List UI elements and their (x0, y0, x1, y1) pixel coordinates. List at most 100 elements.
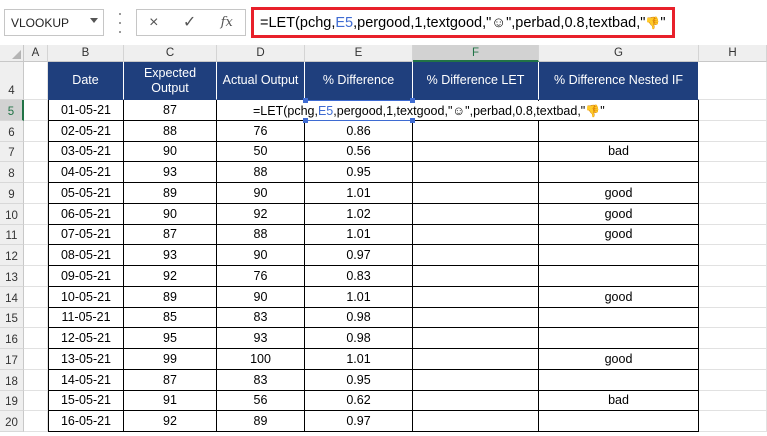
table-cell-let[interactable] (413, 390, 539, 412)
table-cell-pct[interactable]: 1.01 (305, 349, 413, 370)
table-cell-date[interactable]: 15-05-21 (48, 390, 124, 412)
table-cell-date[interactable]: 08-05-21 (48, 245, 124, 266)
table-cell-nested[interactable] (539, 411, 699, 432)
table-cell-expected[interactable]: 92 (124, 266, 217, 287)
row-header-17[interactable]: 17 (0, 349, 24, 370)
table-cell-actual[interactable]: 89 (217, 411, 305, 432)
table-cell-date[interactable]: 04-05-21 (48, 162, 124, 183)
table-cell-expected[interactable]: 99 (124, 349, 217, 370)
table-cell-nested[interactable] (539, 245, 699, 266)
table-cell-nested[interactable]: good (539, 224, 699, 246)
table-cell-let[interactable] (413, 286, 539, 308)
table-cell-actual[interactable]: 90 (217, 245, 305, 266)
table-cell-date[interactable]: 12-05-21 (48, 328, 124, 349)
table-cell-pct[interactable]: 1.01 (305, 183, 413, 204)
cell-a4[interactable] (24, 62, 48, 100)
table-cell-let[interactable] (413, 349, 539, 370)
row-header-15[interactable]: 15 (0, 307, 24, 329)
table-cell-let[interactable] (413, 245, 539, 266)
cell-h17[interactable] (699, 349, 767, 370)
row-header-12[interactable]: 12 (0, 245, 24, 266)
cell-h16[interactable] (699, 328, 767, 349)
table-cell-nested[interactable]: good (539, 286, 699, 308)
table-cell-nested[interactable]: good (539, 183, 699, 204)
row-header-16[interactable]: 16 (0, 328, 24, 349)
table-cell-actual[interactable]: 90 (217, 286, 305, 308)
table-cell-date[interactable]: 01-05-21 (48, 100, 124, 121)
chevron-down-icon[interactable] (90, 18, 98, 23)
table-cell-expected[interactable]: 92 (124, 411, 217, 432)
cell-h4[interactable] (699, 62, 767, 100)
row-header-6[interactable]: 6 (0, 120, 24, 142)
cell-h5[interactable] (699, 100, 767, 121)
table-cell-expected[interactable]: 95 (124, 328, 217, 349)
table-cell-date[interactable]: 05-05-21 (48, 183, 124, 204)
column-header-d[interactable]: D (217, 45, 305, 62)
table-cell-pct[interactable]: 0.97 (305, 245, 413, 266)
table-cell-let[interactable] (413, 369, 539, 391)
table-cell-actual[interactable]: 50 (217, 141, 305, 163)
table-cell-nested[interactable]: good (539, 203, 699, 225)
table-cell-date[interactable]: 14-05-21 (48, 369, 124, 391)
cell-a5[interactable] (24, 100, 48, 121)
cell-h9[interactable] (699, 183, 767, 204)
table-cell-let[interactable] (413, 224, 539, 246)
table-cell-actual[interactable]: 90 (217, 183, 305, 204)
table-cell-actual[interactable]: 93 (217, 328, 305, 349)
row-header-14[interactable]: 14 (0, 286, 24, 308)
table-cell-pct[interactable]: 0.98 (305, 307, 413, 329)
cell-h15[interactable] (699, 307, 767, 329)
row-header-18[interactable]: 18 (0, 369, 24, 391)
table-cell-let[interactable] (413, 141, 539, 163)
row-header-7[interactable]: 7 (0, 141, 24, 163)
table-cell-expected[interactable]: 90 (124, 141, 217, 163)
reference-handle[interactable] (410, 98, 415, 103)
cell-a20[interactable] (24, 411, 48, 432)
table-cell-actual[interactable]: 83 (217, 307, 305, 329)
table-cell-let[interactable] (413, 183, 539, 204)
table-cell-nested[interactable] (539, 162, 699, 183)
table-cell-expected[interactable]: 88 (124, 120, 217, 142)
table-cell-pct[interactable]: 0.98 (305, 328, 413, 349)
table-cell-date[interactable]: 13-05-21 (48, 349, 124, 370)
table-cell-expected[interactable]: 85 (124, 307, 217, 329)
table-cell-date[interactable]: 11-05-21 (48, 307, 124, 329)
table-cell-actual[interactable]: 83 (217, 369, 305, 391)
table-cell-pct[interactable]: 0.83 (305, 266, 413, 287)
table-cell-pct[interactable]: 0.56 (305, 141, 413, 163)
table-cell-let[interactable] (413, 203, 539, 225)
cell-a17[interactable] (24, 349, 48, 370)
cell-h20[interactable] (699, 411, 767, 432)
table-cell-expected[interactable]: 90 (124, 203, 217, 225)
column-header-f[interactable]: F (413, 45, 539, 62)
table-cell-pct[interactable]: 0.97 (305, 411, 413, 432)
cell-h11[interactable] (699, 224, 767, 246)
cancel-icon[interactable]: × (149, 14, 158, 31)
table-cell-pct[interactable]: 0.86 (305, 120, 413, 142)
select-all-corner[interactable] (0, 45, 24, 62)
row-header-11[interactable]: 11 (0, 224, 24, 246)
cell-h13[interactable] (699, 266, 767, 287)
cell-a18[interactable] (24, 369, 48, 391)
table-cell-nested[interactable] (539, 120, 699, 142)
table-cell-expected[interactable]: 89 (124, 286, 217, 308)
table-cell-actual[interactable]: 76 (217, 120, 305, 142)
table-cell-nested[interactable] (539, 369, 699, 391)
reference-handle[interactable] (303, 98, 308, 103)
row-header-13[interactable]: 13 (0, 266, 24, 287)
table-cell-pct[interactable]: 0.95 (305, 369, 413, 391)
table-cell-actual[interactable]: 100 (217, 349, 305, 370)
table-cell-let[interactable] (413, 162, 539, 183)
row-header-9[interactable]: 9 (0, 183, 24, 204)
table-cell-actual[interactable]: 88 (217, 162, 305, 183)
column-header-a[interactable]: A (24, 45, 48, 62)
drag-handle-icon[interactable] (118, 13, 122, 33)
table-cell-nested[interactable]: bad (539, 141, 699, 163)
table-cell-date[interactable]: 03-05-21 (48, 141, 124, 163)
table-cell-nested[interactable] (539, 328, 699, 349)
cell-a10[interactable] (24, 203, 48, 225)
column-header-g[interactable]: G (539, 45, 699, 62)
cell-a12[interactable] (24, 245, 48, 266)
table-cell-expected[interactable]: 87 (124, 224, 217, 246)
table-cell-pct[interactable]: 1.01 (305, 224, 413, 246)
